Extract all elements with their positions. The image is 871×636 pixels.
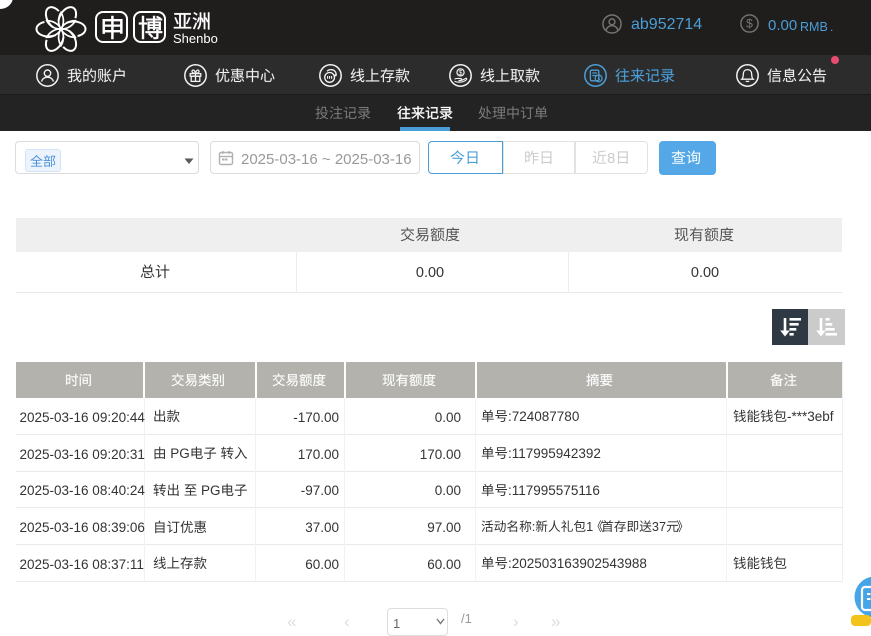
svg-text::: :: [532, 520, 536, 534]
svg-text::202503163902543988: :202503163902543988: [508, 556, 647, 571]
svg-text:$: $: [746, 17, 753, 31]
svg-text:8: 8: [607, 150, 615, 167]
svg-text:PG: PG: [197, 483, 220, 498]
svg-text:$: $: [459, 70, 463, 77]
svg-text:-***3ebf: -***3ebf: [787, 409, 834, 424]
svg-text::117995575116: :117995575116: [508, 483, 600, 498]
svg-text:37: 37: [652, 520, 666, 534]
svg-text::724087780: :724087780: [508, 409, 579, 424]
svg-text::117995942392: :117995942392: [508, 446, 601, 461]
svg-text:1: 1: [586, 520, 593, 534]
svg-text:PG: PG: [166, 446, 189, 461]
